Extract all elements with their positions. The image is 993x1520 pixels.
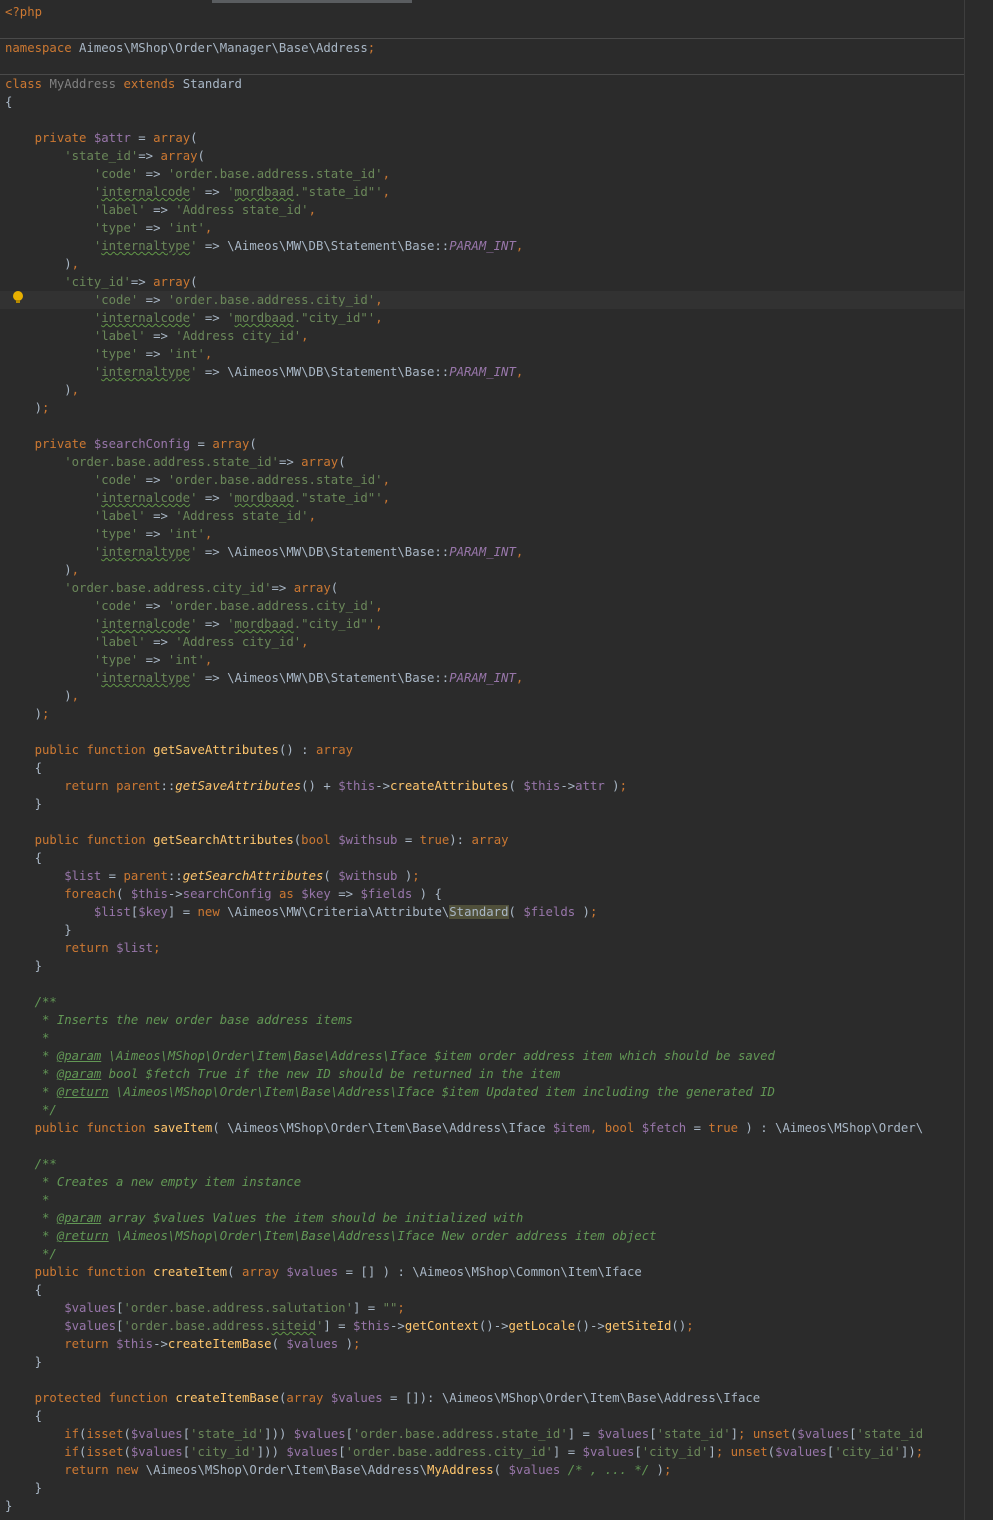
code-line[interactable]: { [5,1281,42,1299]
code-line[interactable]: 'order.base.address.state_id'=> array( [5,453,345,471]
code-line[interactable]: 'internalcode' => 'mordbaad."state_id"', [5,183,390,201]
code-line[interactable]: { [5,849,42,867]
code-line[interactable]: ), [5,381,79,399]
code-line[interactable]: 'type' => 'int', [5,219,212,237]
code-line[interactable]: ), [5,561,79,579]
code-line[interactable]: { [5,93,12,111]
code-line[interactable]: 'internalcode' => 'mordbaad."state_id"', [5,489,390,507]
code-line[interactable]: * [5,1029,49,1047]
code-line[interactable]: namespace Aimeos\MShop\Order\Manager\Bas… [5,39,375,57]
code-line[interactable]: * @param \Aimeos\MShop\Order\Item\Base\A… [5,1047,775,1065]
code-line[interactable]: 'label' => 'Address city_id', [5,327,309,345]
code-line[interactable]: 'type' => 'int', [5,651,212,669]
code-line[interactable]: */ [5,1101,57,1119]
code-line[interactable]: * Inserts the new order base address ite… [5,1011,353,1029]
code-line[interactable]: public function getSearchAttributes(bool… [5,831,509,849]
code-line[interactable]: 'state_id'=> array( [5,147,205,165]
code-line[interactable]: 'internaltype' => \Aimeos\MW\DB\Statemen… [5,543,523,561]
code-line[interactable]: { [5,759,42,777]
code-line[interactable]: 'internaltype' => \Aimeos\MW\DB\Statemen… [5,237,523,255]
code-line[interactable]: } [5,1353,42,1371]
code-line[interactable]: return $this->createItemBase( $values ); [5,1335,360,1353]
code-line[interactable]: * [5,1191,49,1209]
code-line[interactable]: } [5,1479,42,1497]
code-line[interactable]: if(isset($values['state_id'])) $values['… [5,1425,923,1443]
code-line[interactable]: } [5,795,42,813]
code-line[interactable]: */ [5,1245,57,1263]
code-line[interactable]: foreach( $this->searchConfig as $key => … [5,885,442,903]
code-line[interactable]: private $searchConfig = array( [5,435,257,453]
code-line[interactable]: 'code' => 'order.base.address.city_id', [5,597,383,615]
code-line[interactable]: 'order.base.address.city_id'=> array( [5,579,338,597]
code-line[interactable]: { [5,1407,42,1425]
code-line[interactable]: 'internaltype' => \Aimeos\MW\DB\Statemen… [5,363,523,381]
code-line[interactable]: $list = parent::getSearchAttributes( $wi… [5,867,419,885]
code-line[interactable]: 'label' => 'Address state_id', [5,507,316,525]
code-line[interactable]: } [5,957,42,975]
code-editor[interactable]: <?php​namespace Aimeos\MShop\Order\Manag… [0,0,964,1520]
code-line[interactable]: public function createItem( array $value… [5,1263,642,1281]
code-line[interactable]: private $attr = array( [5,129,198,147]
code-line[interactable]: 'label' => 'Address state_id', [5,201,316,219]
code-line[interactable]: public function saveItem( \Aimeos\MShop\… [5,1119,924,1137]
code-line[interactable]: $values['order.base.address.salutation']… [5,1299,405,1317]
right-margin-guide [964,0,965,1520]
code-line[interactable]: ); [5,399,50,417]
code-line[interactable]: /** [5,1155,57,1173]
code-line[interactable]: 'label' => 'Address city_id', [5,633,309,651]
code-line[interactable]: * @return \Aimeos\MShop\Order\Item\Base\… [5,1083,775,1101]
code-line[interactable]: ), [5,255,79,273]
code-line[interactable]: <?php [5,3,42,21]
code-line[interactable]: * @return \Aimeos\MShop\Order\Item\Base\… [5,1227,657,1245]
code-line[interactable]: 'code' => 'order.base.address.state_id', [5,165,390,183]
code-line[interactable]: 'type' => 'int', [5,345,212,363]
lightbulb-icon[interactable] [13,291,23,303]
code-line[interactable]: * @param array $values Values the item s… [5,1209,523,1227]
code-line[interactable]: 'type' => 'int', [5,525,212,543]
code-line[interactable]: * @param bool $fetch True if the new ID … [5,1065,560,1083]
code-line[interactable]: 'city_id'=> array( [5,273,197,291]
code-line[interactable]: return new \Aimeos\MShop\Order\Item\Base… [5,1461,671,1479]
code-line[interactable]: 'code' => 'order.base.address.city_id', [0,291,964,309]
code-line[interactable]: public function getSaveAttributes() : ar… [5,741,353,759]
code-line[interactable]: return parent::getSaveAttributes() + $th… [5,777,627,795]
code-line[interactable]: if(isset($values['city_id'])) $values['o… [5,1443,923,1461]
code-line[interactable]: 'code' => 'order.base.address.state_id', [5,471,390,489]
code-line[interactable]: } [5,921,71,939]
code-line[interactable]: $values['order.base.address.siteid'] = $… [5,1317,693,1335]
code-line[interactable]: 'internaltype' => \Aimeos\MW\DB\Statemen… [5,669,523,687]
code-line[interactable]: /** [5,993,57,1011]
code-line[interactable]: protected function createItemBase(array … [5,1389,761,1407]
code-line[interactable]: return $list; [5,939,160,957]
code-line[interactable]: * Creates a new empty item instance [5,1173,301,1191]
code-line[interactable]: $list[$key] = new \Aimeos\MW\Criteria\At… [5,903,597,921]
code-line[interactable]: 'internalcode' => 'mordbaad."city_id"', [5,615,383,633]
code-line[interactable]: ), [5,687,79,705]
code-line[interactable]: ); [5,705,50,723]
code-line[interactable]: 'internalcode' => 'mordbaad."city_id"', [5,309,383,327]
code-line[interactable]: class MyAddress extends Standard [5,75,242,93]
code-line[interactable]: } [5,1497,12,1515]
